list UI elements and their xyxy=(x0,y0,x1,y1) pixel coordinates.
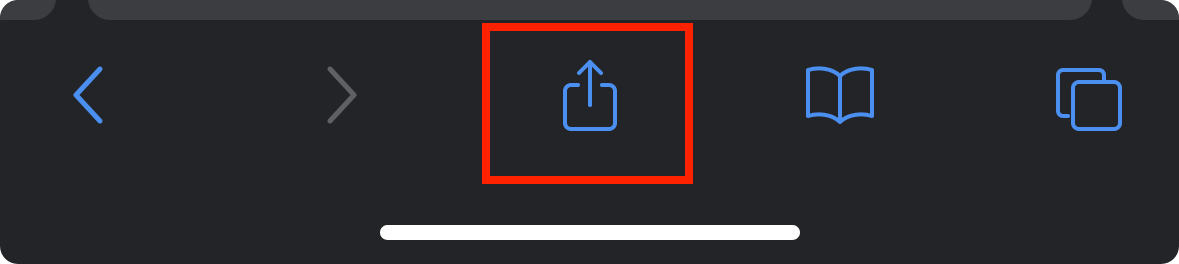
forward-button[interactable] xyxy=(304,55,380,135)
back-button[interactable] xyxy=(50,55,126,135)
home-indicator[interactable] xyxy=(380,225,800,240)
tabs-icon xyxy=(1056,67,1122,131)
previous-tab-card[interactable] xyxy=(0,0,56,20)
bookmarks-button[interactable] xyxy=(795,55,885,135)
share-icon xyxy=(563,60,617,131)
browser-toolbar-frame xyxy=(0,0,1179,264)
chevron-left-icon xyxy=(73,66,103,124)
tabs-overview-button[interactable] xyxy=(1045,55,1135,140)
share-button[interactable] xyxy=(540,50,640,140)
chevron-right-icon xyxy=(327,66,357,124)
open-book-icon xyxy=(806,66,874,124)
next-tab-card[interactable] xyxy=(1122,0,1179,20)
address-bar[interactable] xyxy=(88,0,1092,20)
